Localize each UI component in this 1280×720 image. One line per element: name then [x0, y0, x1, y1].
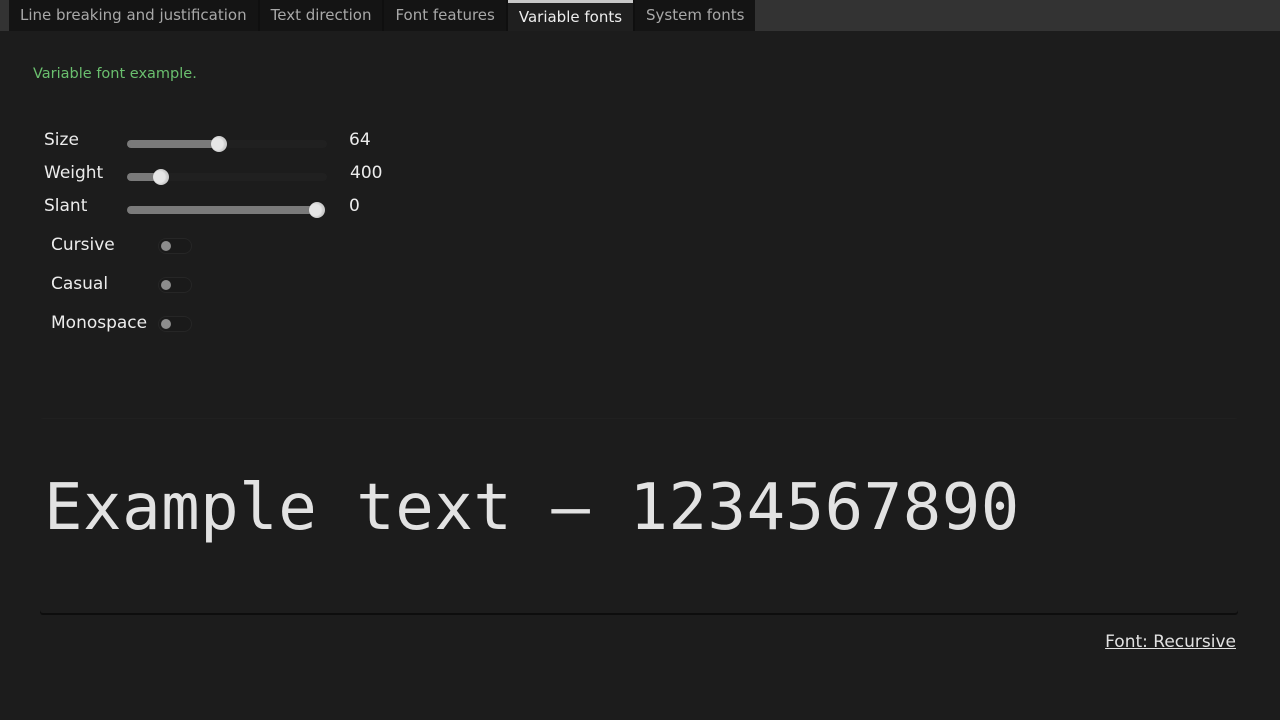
slider-fill [127, 206, 321, 214]
monospace-label: Monospace [51, 313, 148, 333]
weight-label: Weight [44, 163, 104, 183]
tab-line-breaking[interactable]: Line breaking and justification [9, 0, 258, 31]
weight-value: 400 [350, 163, 383, 183]
weight-slider[interactable] [127, 167, 327, 185]
font-link[interactable]: Font: Recursive [1105, 632, 1236, 652]
size-value: 64 [349, 130, 371, 150]
tab-bar: Line breaking and justification Text dir… [0, 0, 1280, 31]
slider-thumb[interactable] [211, 136, 227, 152]
tab-list: Line breaking and justification Text dir… [9, 0, 756, 31]
toggle-knob [161, 280, 171, 290]
slider-fill [127, 140, 223, 148]
size-label: Size [44, 130, 79, 150]
cursive-label: Cursive [51, 235, 115, 255]
preview-text: Example text – 1234567890 [44, 471, 1020, 545]
slant-value: 0 [349, 196, 360, 216]
tab-text-direction[interactable]: Text direction [259, 0, 383, 31]
tab-font-features[interactable]: Font features [384, 0, 506, 31]
toggle-knob [161, 319, 171, 329]
tab-variable-fonts[interactable]: Variable fonts [507, 0, 634, 31]
description-text: Variable font example. [33, 66, 197, 82]
tab-content: Variable font example. Size 64 Weight 40… [0, 31, 1280, 720]
preview-panel: Example text – 1234567890 [40, 418, 1238, 613]
cursive-toggle[interactable] [158, 238, 192, 254]
toggle-knob [161, 241, 171, 251]
tab-system-fonts[interactable]: System fonts [635, 0, 756, 31]
size-slider[interactable] [127, 134, 327, 152]
monospace-toggle[interactable] [158, 316, 192, 332]
casual-toggle[interactable] [158, 277, 192, 293]
slant-slider[interactable] [127, 200, 327, 218]
casual-label: Casual [51, 274, 109, 294]
slider-thumb[interactable] [309, 202, 325, 218]
slant-label: Slant [44, 196, 88, 216]
slider-thumb[interactable] [153, 169, 169, 185]
